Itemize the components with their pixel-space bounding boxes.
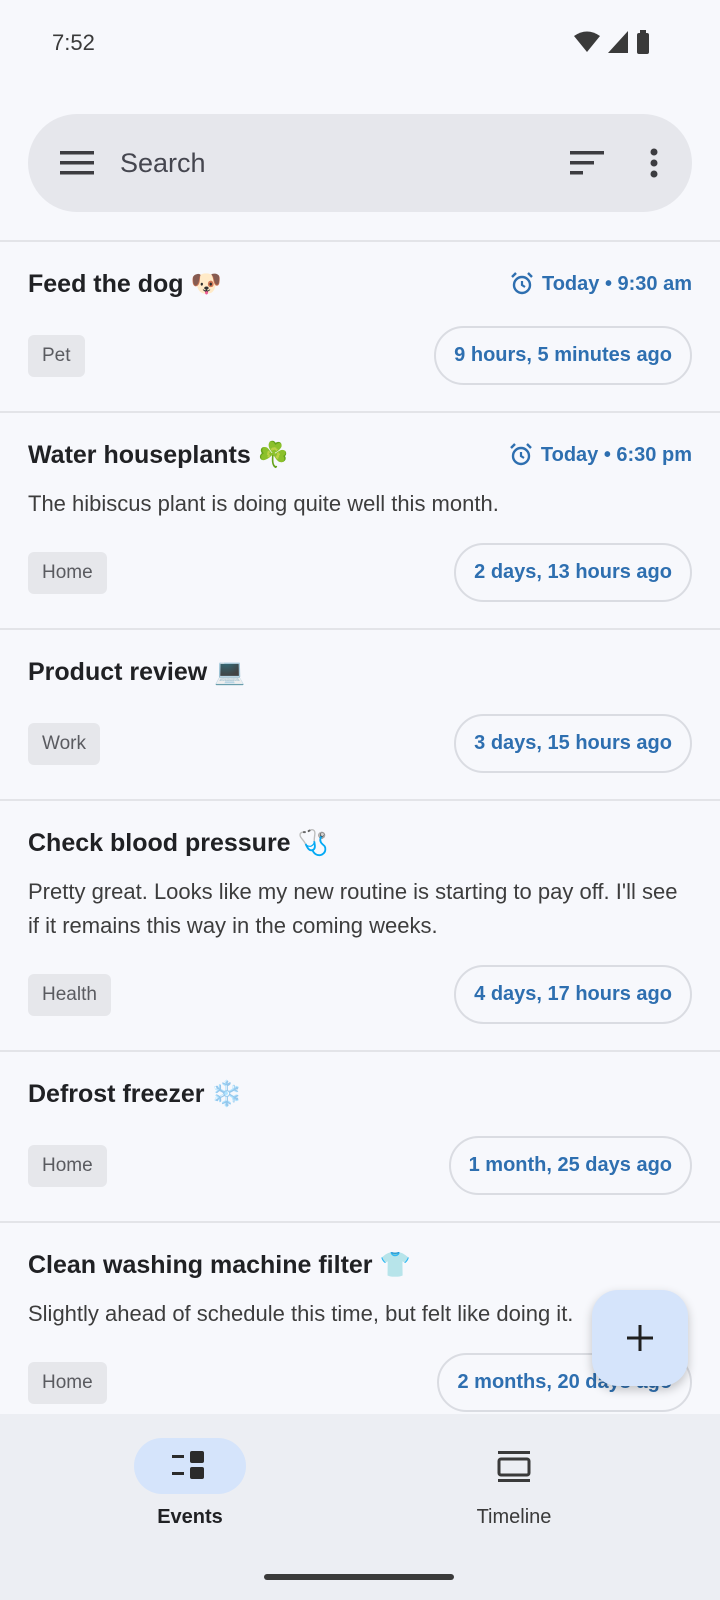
event-description: Pretty great. Looks like my new routine … [28,879,678,938]
nav-label-events: Events [157,1506,223,1528]
event-title: Defrost freezer ❄️ [28,1079,243,1108]
event-alarm-text: Today • 9:30 am [541,272,692,295]
event-tag: Health [28,973,111,1016]
event-item-water-houseplants[interactable]: Water houseplants ☘️ Today • 6:30 pm The… [0,413,720,630]
event-title: Check blood pressure 🩺 [28,828,329,857]
event-elapsed-chip[interactable]: 1 month, 25 days ago [448,1136,692,1195]
event-alarm: Today • 9:30 am [510,272,692,296]
timeline-icon [497,1451,531,1482]
signal-icon [608,31,628,53]
battery-icon [637,30,649,54]
plus-icon [627,1325,653,1351]
event-list[interactable]: Feed the dog 🐶 Today • 9:30 am Pet 9 hou… [0,240,720,1414]
status-icons [574,30,650,54]
events-icon [172,1451,204,1479]
event-tag: Home [28,551,107,594]
event-item-defrost-freezer[interactable]: Defrost freezer ❄️ Home 1 month, 25 days… [0,1052,720,1223]
status-time: 7:52 [52,30,95,55]
nav-pill-events[interactable] [134,1438,246,1494]
wifi-icon [574,31,600,52]
event-alarm-text: Today • 6:30 pm [540,443,692,466]
nav-item-events[interactable]: Events [90,1438,290,1529]
menu-icon[interactable] [60,146,94,180]
event-title: Product review 💻 [28,657,246,686]
event-item-product-review[interactable]: Product review 💻 Work 3 days, 15 hours a… [0,630,720,801]
event-elapsed-chip[interactable]: 4 days, 17 hours ago [454,965,692,1024]
status-bar: 7:52 [0,0,720,90]
event-item-feed-dog[interactable]: Feed the dog 🐶 Today • 9:30 am Pet 9 hou… [0,242,720,413]
event-title: Water houseplants ☘️ [28,440,289,469]
alarm-icon [510,443,532,466]
bottom-navigation: Events Timeline [0,1414,720,1600]
nav-label-timeline: Timeline [476,1506,552,1528]
event-description: The hibiscus plant is doing quite well t… [28,491,499,516]
event-tag: Home [28,1361,107,1404]
home-indicator[interactable] [264,1574,454,1580]
event-tag: Work [28,722,100,765]
add-event-button[interactable] [592,1290,688,1386]
alarm-icon [511,272,533,295]
event-elapsed-chip[interactable]: 9 hours, 5 minutes ago [434,326,692,385]
event-title: Clean washing machine filter 👕 [28,1250,411,1279]
event-tag: Pet [28,334,85,377]
event-item-check-blood-pressure[interactable]: Check blood pressure 🩺 Pretty great. Loo… [0,801,720,1052]
search-input[interactable]: Search [120,148,570,179]
event-title: Feed the dog 🐶 [28,269,222,298]
nav-pill-timeline[interactable] [458,1438,570,1494]
event-alarm: Today • 6:30 pm [509,443,692,467]
sort-icon[interactable] [570,145,606,181]
event-elapsed-chip[interactable]: 2 days, 13 hours ago [454,543,692,602]
nav-item-timeline[interactable]: Timeline [414,1438,614,1529]
event-tag: Home [28,1144,107,1187]
more-vert-icon[interactable] [644,145,664,181]
search-bar[interactable]: Search [28,114,692,212]
event-elapsed-chip[interactable]: 3 days, 15 hours ago [454,714,692,773]
